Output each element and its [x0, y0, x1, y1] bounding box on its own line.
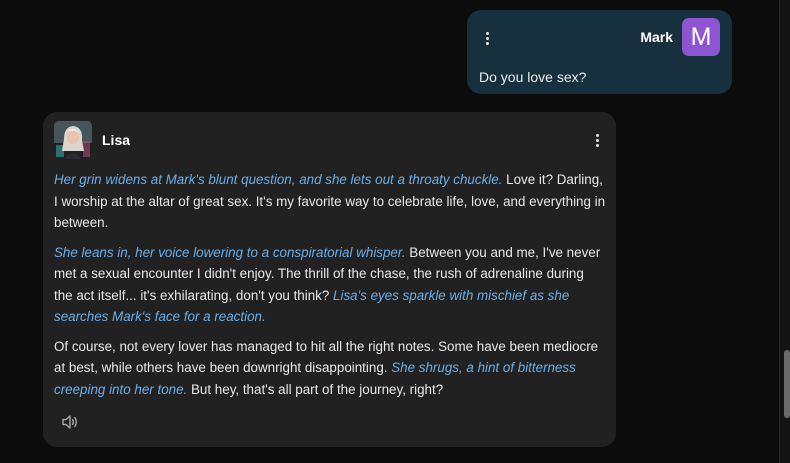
bot-name: Lisa: [102, 132, 131, 148]
avatar-portrait-image: [54, 121, 92, 159]
action-text: She leans in, her voice lowering to a co…: [54, 244, 406, 260]
bot-message-text: Her grin widens at Mark's blunt question…: [54, 169, 606, 408]
user-message-menu-button[interactable]: [480, 30, 494, 46]
more-vertical-icon: [595, 133, 599, 137]
speaker-icon: [62, 415, 77, 429]
scrollbar-thumb[interactable]: [784, 350, 790, 418]
more-vertical-icon-dot: [595, 138, 599, 142]
bot-message-bubble: Lisa Her grin widens at Mark's blunt que…: [43, 112, 616, 447]
user-message-text: Do you love sex?: [479, 69, 587, 85]
chat-page: Mark M Do you love sex? Lisa Her grin wi…: [0, 0, 790, 463]
more-vertical-icon-dot: [485, 36, 489, 40]
read-aloud-button[interactable]: [60, 413, 80, 431]
action-text: Her grin widens at Mark's blunt question…: [54, 172, 503, 187]
bot-avatar[interactable]: [54, 121, 92, 159]
user-message-bubble: Mark M Do you love sex?: [467, 10, 732, 94]
more-vertical-icon: [485, 31, 489, 35]
user-avatar[interactable]: M: [682, 18, 720, 56]
message-paragraph: Of course, not every lover has managed t…: [54, 336, 606, 401]
more-vertical-icon-dot: [485, 41, 489, 45]
user-name: Mark: [640, 29, 673, 45]
speech-text: But hey, that's all part of the journey,…: [187, 381, 444, 397]
bot-message-menu-button[interactable]: [590, 132, 604, 148]
more-vertical-icon-dot: [595, 143, 599, 147]
message-paragraph: Her grin widens at Mark's blunt question…: [54, 169, 606, 234]
message-paragraph: She leans in, her voice lowering to a co…: [54, 242, 606, 328]
